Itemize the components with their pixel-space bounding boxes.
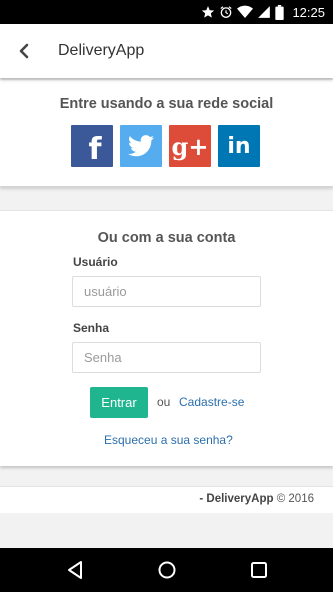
battery-icon xyxy=(275,4,285,20)
social-login-card: Entre usando a sua rede social f g+ in xyxy=(0,80,333,187)
register-link[interactable]: Cadastre-se xyxy=(179,395,244,409)
linkedin-icon: in xyxy=(227,133,251,159)
wifi-icon xyxy=(237,5,254,19)
status-time: 12:25 xyxy=(292,4,325,20)
password-input[interactable] xyxy=(72,342,261,373)
forgot-password-link[interactable]: Esqueceu a sua senha? xyxy=(104,433,233,447)
account-login-card: Ou com a sua conta Usuário Senha Entrar … xyxy=(0,210,333,466)
footer: - DeliveryApp © 2016 xyxy=(0,486,333,513)
google-plus-button[interactable]: g+ xyxy=(169,125,211,167)
account-heading: Ou com a sua conta xyxy=(97,230,236,246)
footer-brand: - DeliveryApp xyxy=(199,493,274,505)
system-nav-bar xyxy=(0,548,333,592)
footer-copyright: © 2016 xyxy=(276,493,314,505)
alarm-icon xyxy=(219,5,233,19)
star-icon xyxy=(201,5,215,19)
social-heading: Entre usando a sua rede social xyxy=(59,96,274,112)
home-circle-icon xyxy=(158,561,176,579)
social-buttons: f g+ in xyxy=(71,125,260,167)
back-triangle-icon xyxy=(68,561,82,579)
login-button[interactable]: Entrar xyxy=(90,387,148,418)
nav-home-button[interactable] xyxy=(155,558,179,582)
facebook-icon: f xyxy=(88,132,102,167)
google-plus-icon: g+ xyxy=(171,131,209,161)
or-text: ou xyxy=(157,395,171,409)
app-bar: DeliveryApp xyxy=(0,24,333,78)
twitter-button[interactable] xyxy=(120,125,162,167)
password-label: Senha xyxy=(73,321,110,335)
twitter-bird-icon xyxy=(128,135,154,157)
app-title: DeliveryApp xyxy=(58,42,145,59)
username-label: Usuário xyxy=(73,255,118,269)
nav-recents-button[interactable] xyxy=(247,558,271,582)
linkedin-button[interactable]: in xyxy=(218,125,260,167)
nav-back-button[interactable] xyxy=(63,558,87,582)
signal-icon xyxy=(257,5,271,19)
back-button[interactable] xyxy=(0,24,48,78)
facebook-button[interactable]: f xyxy=(71,125,113,167)
username-input[interactable] xyxy=(72,276,261,307)
chevron-left-icon xyxy=(19,43,29,59)
recents-square-icon xyxy=(251,562,267,578)
status-bar: 12:25 xyxy=(0,0,333,24)
